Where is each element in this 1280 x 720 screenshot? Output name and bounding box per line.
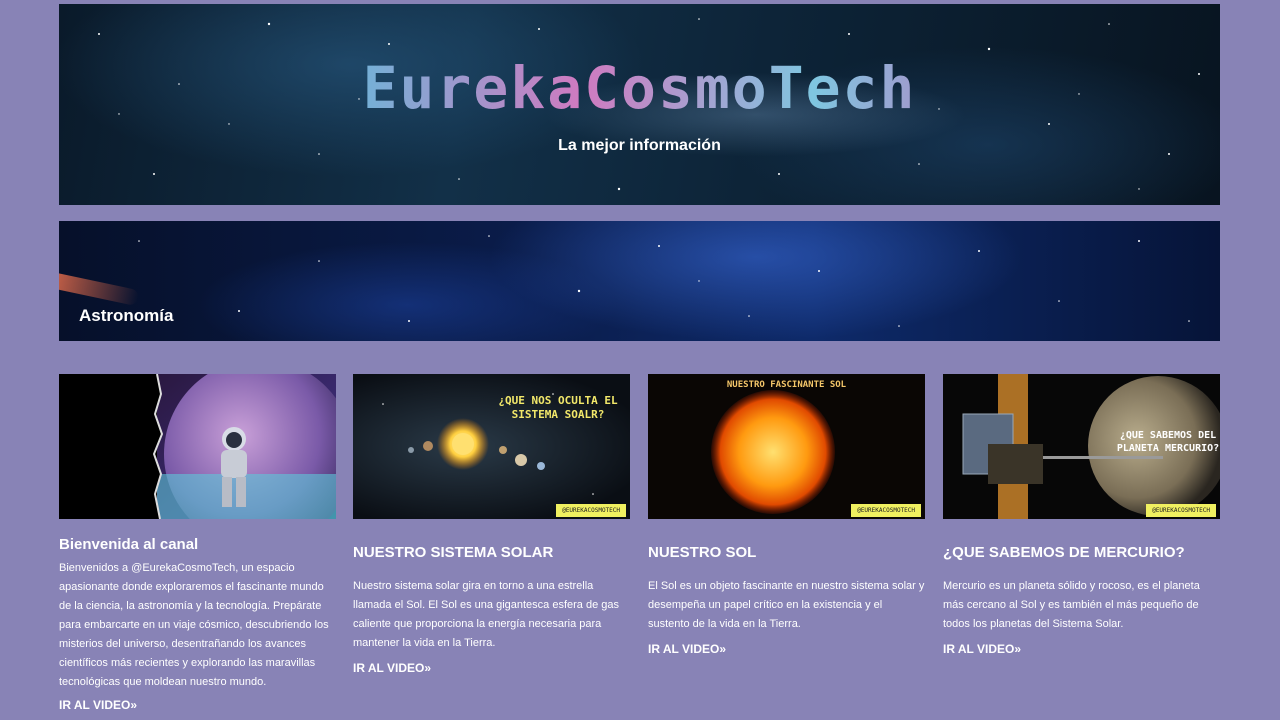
channel-tag: @EUREKACOSMOTECH	[556, 504, 626, 517]
card-title: ¿QUE SABEMOS DE MERCURIO?	[943, 544, 1185, 561]
card-title: NUESTRO SISTEMA SOLAR	[353, 544, 554, 561]
card-description: Nuestro sistema solar gira en torno a un…	[353, 580, 619, 649]
card-thumbnail-sun[interactable]: NUESTRO FASCINANTE SOL @EUREKACOSMOTECH	[648, 374, 925, 519]
card-title: Bienvenida al canal	[59, 536, 199, 553]
thumbnail-caption: NUESTRO FASCINANTE SOL	[726, 380, 847, 390]
go-to-video-link[interactable]: IR AL VIDEO»	[943, 642, 1021, 656]
starfield-band	[138, 235, 1190, 327]
card-mercurio: ¿QUE SABEMOS DEL PLANETA MERCURIO? @EURE…	[943, 374, 1220, 658]
go-to-video-link[interactable]: IR AL VIDEO»	[648, 642, 726, 656]
card-thumbnail-mercury[interactable]: ¿QUE SABEMOS DEL PLANETA MERCURIO? @EURE…	[943, 374, 1220, 519]
hero-banner: EurekaCosmoTech La mejor información	[59, 4, 1220, 205]
card-thumbnail-astronaut[interactable]	[59, 374, 336, 519]
go-to-video-link[interactable]: IR AL VIDEO»	[59, 698, 137, 712]
go-to-video-link[interactable]: IR AL VIDEO»	[353, 661, 431, 675]
card-bienvenida: Bienvenida al canal Bienvenidos a @Eurek…	[59, 374, 336, 714]
card-sistema-solar: ¿QUE NOS OCULTA EL SISTEMA SOALR? @EUREK…	[353, 374, 630, 677]
category-label-astronomia: Astronomía	[79, 306, 174, 325]
site-title: EurekaCosmoTech	[59, 54, 1220, 122]
card-thumbnail-solar-system[interactable]: ¿QUE NOS OCULTA EL SISTEMA SOALR? @EUREK…	[353, 374, 630, 519]
card-description: El Sol es un objeto fascinante en nuestr…	[648, 580, 925, 630]
thumbnail-caption: ¿QUE SABEMOS DEL PLANETA MERCURIO?	[1116, 430, 1220, 454]
astronaut-illustration	[59, 374, 336, 519]
card-description: Mercurio es un planeta sólido y rocoso, …	[943, 580, 1200, 630]
card-title: NUESTRO SOL	[648, 544, 757, 561]
site-subtitle: La mejor información	[558, 137, 721, 154]
sun-illustration	[711, 390, 835, 514]
card-sol: NUESTRO FASCINANTE SOL @EUREKACOSMOTECH …	[648, 374, 925, 658]
thumbnail-caption: ¿QUE NOS OCULTA EL SISTEMA SOALR?	[498, 394, 618, 421]
card-description: Bienvenidos a @EurekaCosmoTech, un espac…	[59, 562, 329, 688]
category-banner[interactable]: Astronomía	[59, 221, 1220, 341]
channel-tag: @EUREKACOSMOTECH	[1146, 504, 1216, 517]
channel-tag: @EUREKACOSMOTECH	[851, 504, 921, 517]
